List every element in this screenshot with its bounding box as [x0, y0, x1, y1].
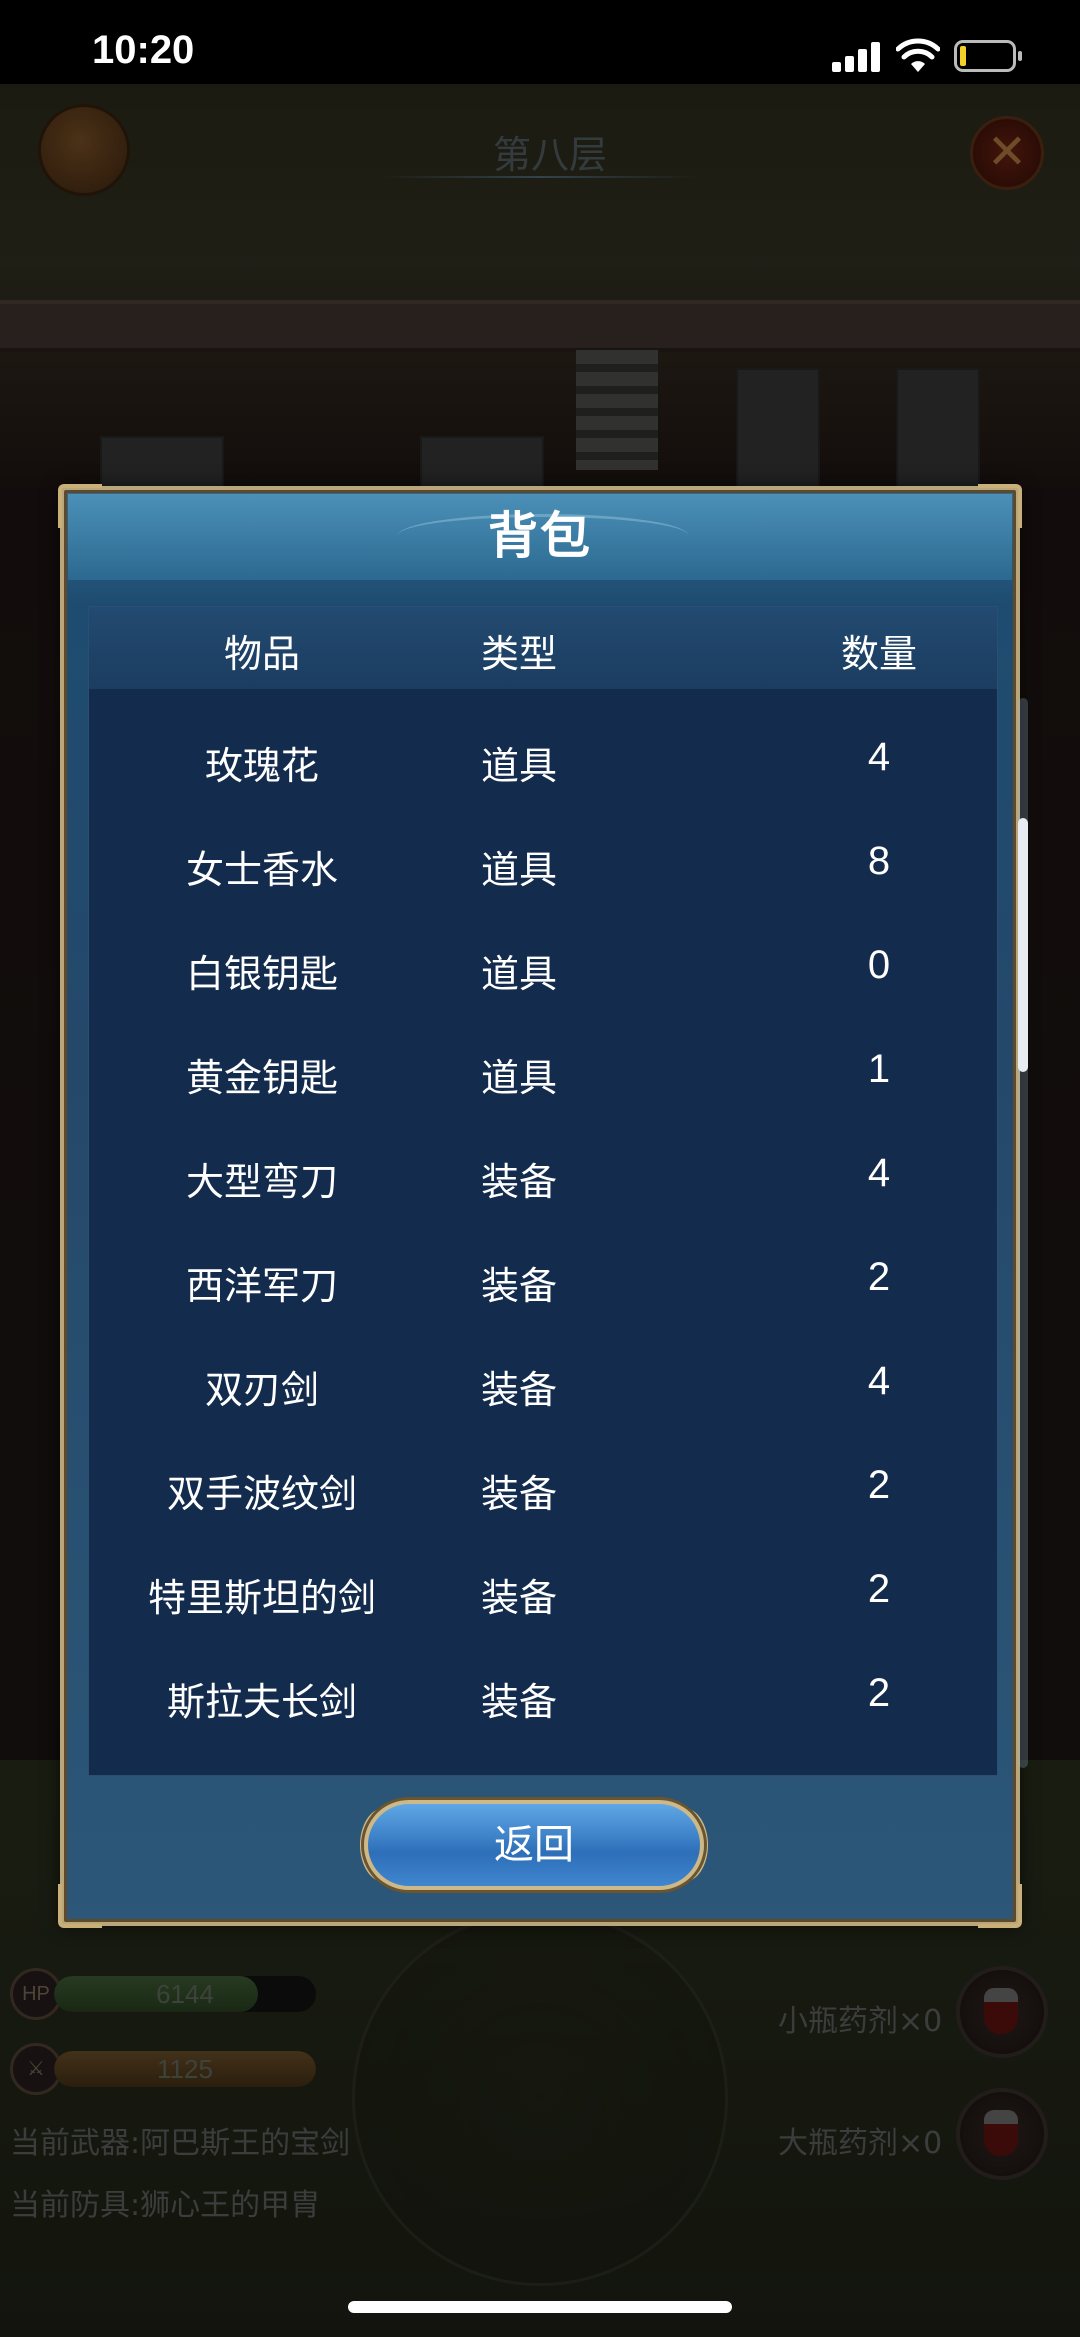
- status-bar: 10:20: [0, 0, 1080, 84]
- column-header-quantity: 数量: [840, 632, 917, 676]
- item-type: 装备: [480, 1264, 557, 1308]
- item-quantity: 1: [867, 1047, 891, 1091]
- scrollbar-thumb[interactable]: [1018, 818, 1028, 1072]
- item-type: 装备: [480, 1680, 557, 1724]
- frame-corner: [978, 484, 1022, 528]
- dialog-title: 背包: [488, 507, 592, 565]
- table-row[interactable]: 双手波纹剑 装备 2: [89, 1435, 997, 1539]
- item-name: 玫瑰花: [204, 744, 319, 788]
- item-quantity: 0: [867, 943, 891, 987]
- column-header-type: 类型: [480, 632, 557, 676]
- wifi-icon: [896, 38, 940, 72]
- item-type: 装备: [480, 1368, 557, 1412]
- battery-icon: [954, 40, 1022, 72]
- item-type: 道具: [480, 848, 557, 892]
- cellular-signal-icon: [832, 40, 884, 72]
- item-name: 白银钥匙: [185, 952, 338, 996]
- item-type: 装备: [480, 1472, 557, 1516]
- table-header: 物品 类型 数量: [89, 607, 997, 689]
- item-name: 双手波纹剑: [166, 1472, 357, 1516]
- back-button[interactable]: 返回: [364, 1800, 704, 1890]
- column-header-item: 物品: [223, 632, 300, 676]
- home-indicator[interactable]: [348, 2301, 732, 2313]
- clock: 10:20: [92, 28, 195, 72]
- inventory-dialog: 背包 物品 类型 数量 玫瑰花 道具 4 女士香水 道具 8 白银钥匙 道具 0 黄金钥匙 道具 1 大…: [58, 484, 1028, 1928]
- table-row[interactable]: 斯拉夫长剑 装备 2: [89, 1643, 997, 1747]
- item-name: 斯拉夫长剑: [166, 1680, 357, 1724]
- frame-corner: [58, 484, 102, 528]
- frame-corner: [978, 1884, 1022, 1928]
- item-type: 装备: [480, 1160, 557, 1204]
- table-row[interactable]: 白银钥匙 道具 0: [89, 915, 997, 1019]
- table-row[interactable]: 西洋军刀 装备 2: [89, 1227, 997, 1331]
- item-name: 西洋军刀: [185, 1264, 338, 1308]
- item-quantity: 4: [867, 735, 891, 779]
- item-quantity: 8: [867, 839, 891, 883]
- item-type: 道具: [480, 1056, 557, 1100]
- item-quantity: 2: [867, 1255, 891, 1299]
- table-row[interactable]: 黄金钥匙 道具 1: [89, 1019, 997, 1123]
- item-name: 特里斯坦的剑: [147, 1576, 376, 1620]
- scrollbar[interactable]: [1018, 698, 1028, 1768]
- item-type: 道具: [480, 744, 557, 788]
- table-row[interactable]: 女士香水 道具 8: [89, 811, 997, 915]
- table-row[interactable]: 大型弯刀 装备 4: [89, 1123, 997, 1227]
- item-quantity: 4: [867, 1359, 891, 1403]
- item-type: 道具: [480, 952, 557, 996]
- item-type: 装备: [480, 1576, 557, 1620]
- table-row[interactable]: 玫瑰花 道具 4: [89, 707, 997, 811]
- item-name: 双刃剑: [204, 1368, 319, 1412]
- item-quantity: 2: [867, 1567, 891, 1611]
- item-name: 大型弯刀: [185, 1160, 338, 1204]
- inventory-table: 物品 类型 数量 玫瑰花 道具 4 女士香水 道具 8 白银钥匙 道具 0 黄金钥匙 道具 1 大型弯刀…: [88, 606, 998, 1776]
- item-quantity: 2: [867, 1463, 891, 1507]
- frame-corner: [58, 1884, 102, 1928]
- table-row[interactable]: 双刃剑 装备 4: [89, 1331, 997, 1435]
- item-name: 黄金钥匙: [185, 1056, 338, 1100]
- item-quantity: 4: [867, 1151, 891, 1195]
- item-quantity: 2: [867, 1671, 891, 1715]
- item-name: 女士香水: [185, 848, 338, 892]
- table-row[interactable]: 特里斯坦的剑 装备 2: [89, 1539, 997, 1643]
